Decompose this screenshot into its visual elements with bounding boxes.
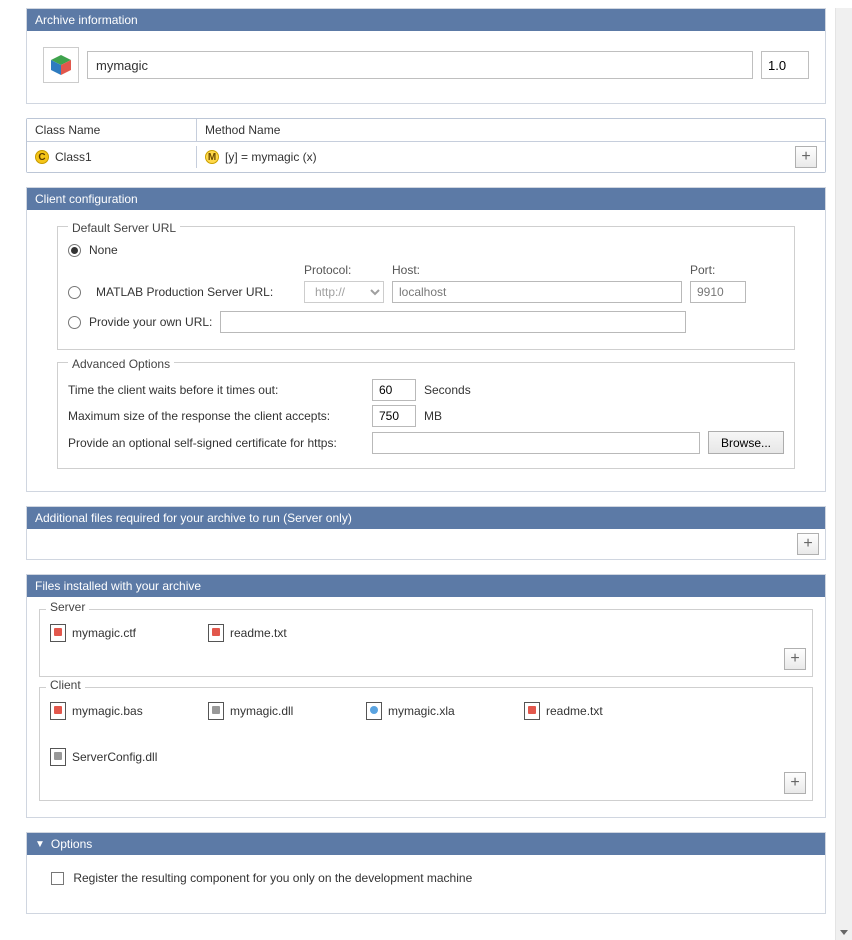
class-method-row[interactable]: C Class1 M [y] = mymagic (x) +: [27, 142, 825, 172]
advanced-options-legend: Advanced Options: [68, 357, 174, 371]
method-name-value: [y] = mymagic (x): [225, 150, 317, 164]
options-section: ▼ Options Register the resulting compone…: [26, 832, 826, 914]
server-files-legend: Server: [46, 600, 89, 614]
file-icon: [50, 702, 66, 720]
advanced-options-fieldset: Advanced Options Time the client waits b…: [57, 362, 795, 469]
maxsize-unit: MB: [424, 409, 442, 423]
protocol-select[interactable]: http://: [304, 281, 384, 303]
file-name: mymagic.dll: [230, 704, 293, 718]
file-item[interactable]: mymagic.xla: [366, 702, 496, 720]
timeout-unit: Seconds: [424, 383, 471, 397]
cert-label: Provide an optional self-signed certific…: [68, 436, 364, 450]
file-name: ServerConfig.dll: [72, 750, 157, 764]
client-files-legend: Client: [46, 678, 85, 692]
cert-input[interactable]: [372, 432, 700, 454]
archive-information-header: Archive information: [27, 9, 825, 31]
cert-browse-button[interactable]: Browse...: [708, 431, 784, 454]
own-url-input[interactable]: [220, 311, 686, 333]
register-component-label: Register the resulting component for you…: [73, 871, 472, 885]
additional-files-section: Additional files required for your archi…: [26, 506, 826, 560]
url-option-mps-radio[interactable]: [68, 286, 81, 299]
url-option-mps-label: MATLAB Production Server URL:: [96, 285, 296, 299]
additional-files-title: Additional files required for your archi…: [35, 511, 352, 525]
url-option-own-label: Provide your own URL:: [89, 315, 212, 329]
archive-information-title: Archive information: [35, 13, 138, 27]
files-installed-header: Files installed with your archive: [27, 575, 825, 597]
timeout-input[interactable]: [372, 379, 416, 401]
archive-version-input[interactable]: [761, 51, 809, 79]
file-item[interactable]: ServerConfig.dll: [50, 748, 180, 766]
archive-icon-box[interactable]: [43, 47, 79, 83]
vertical-scrollbar[interactable]: [835, 8, 852, 940]
port-label: Port:: [690, 263, 746, 277]
maxsize-label: Maximum size of the response the client …: [68, 409, 364, 423]
client-files-row: mymagic.bas mymagic.dll mymagic.xla read…: [40, 702, 812, 772]
file-icon: [50, 748, 66, 766]
method-name-header: Method Name: [197, 119, 825, 141]
file-item[interactable]: mymagic.ctf: [50, 624, 180, 642]
file-name: readme.txt: [546, 704, 603, 718]
file-name: mymagic.ctf: [72, 626, 136, 640]
file-icon: [366, 702, 382, 720]
server-files-row: mymagic.ctf readme.txt: [40, 624, 812, 648]
class-name-header: Class Name: [27, 119, 197, 141]
add-additional-file-button[interactable]: +: [797, 533, 819, 555]
maxsize-input[interactable]: [372, 405, 416, 427]
url-option-own-radio[interactable]: [68, 316, 81, 329]
method-badge-icon: M: [205, 150, 219, 164]
add-server-file-button[interactable]: +: [784, 648, 806, 670]
file-icon: [524, 702, 540, 720]
default-server-url-legend: Default Server URL: [68, 221, 180, 235]
server-files-group: Server mymagic.ctf readme.txt +: [39, 609, 813, 677]
protocol-label: Protocol:: [304, 263, 384, 277]
client-configuration-title: Client configuration: [35, 192, 138, 206]
client-configuration-section: Client configuration Default Server URL …: [26, 187, 826, 492]
default-server-url-fieldset: Default Server URL None Protocol: Host: …: [57, 226, 795, 350]
additional-files-header: Additional files required for your archi…: [27, 507, 825, 529]
url-option-none-radio[interactable]: [68, 244, 81, 257]
file-icon: [50, 624, 66, 642]
client-files-group: Client mymagic.bas mymagic.dll mymagic.x…: [39, 687, 813, 801]
add-client-file-button[interactable]: +: [784, 772, 806, 794]
file-name: readme.txt: [230, 626, 287, 640]
archive-name-input[interactable]: [87, 51, 753, 79]
matlab-cube-icon: [48, 52, 74, 78]
class-badge-icon: C: [35, 150, 49, 164]
options-title: Options: [51, 837, 92, 851]
file-item[interactable]: mymagic.dll: [208, 702, 338, 720]
archive-information-section: Archive information: [26, 8, 826, 104]
host-input[interactable]: [392, 281, 682, 303]
file-icon: [208, 702, 224, 720]
register-component-checkbox[interactable]: [51, 872, 64, 885]
file-name: mymagic.bas: [72, 704, 143, 718]
files-installed-section: Files installed with your archive Server…: [26, 574, 826, 818]
timeout-label: Time the client waits before it times ou…: [68, 383, 364, 397]
url-option-none-label: None: [89, 243, 118, 257]
host-label: Host:: [392, 263, 682, 277]
file-name: mymagic.xla: [388, 704, 455, 718]
add-method-button[interactable]: +: [795, 146, 817, 168]
file-item[interactable]: mymagic.bas: [50, 702, 180, 720]
client-configuration-header: Client configuration: [27, 188, 825, 210]
chevron-down-icon: ▼: [35, 839, 45, 850]
class-name-value: Class1: [55, 150, 92, 164]
file-item[interactable]: readme.txt: [524, 702, 654, 720]
options-header[interactable]: ▼ Options: [27, 833, 825, 855]
files-installed-title: Files installed with your archive: [35, 579, 201, 593]
scroll-down-button[interactable]: [836, 923, 852, 940]
file-icon: [208, 624, 224, 642]
class-method-table: Class Name Method Name C Class1 M [y] = …: [26, 118, 826, 173]
file-item[interactable]: readme.txt: [208, 624, 338, 642]
port-input[interactable]: [690, 281, 746, 303]
